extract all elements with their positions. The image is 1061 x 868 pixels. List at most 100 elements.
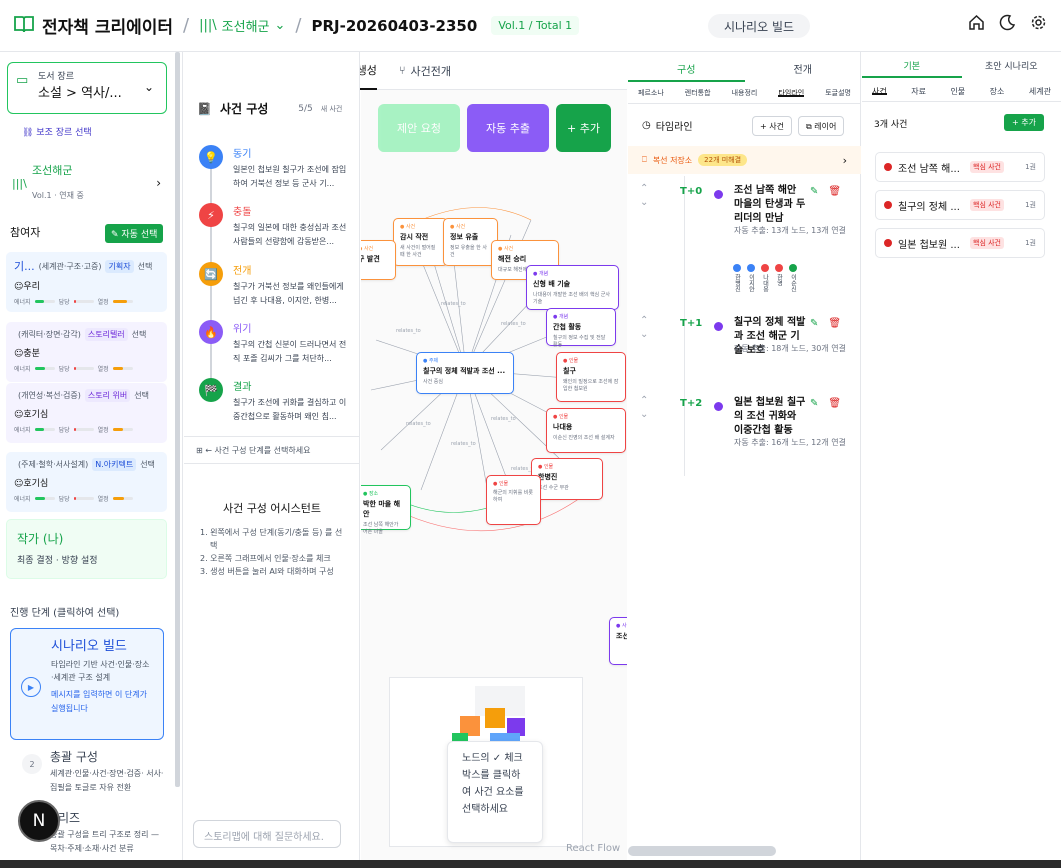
node-sub: 칠구의 정보 수집 및 전달 활동 xyxy=(553,335,606,348)
add-event-button[interactable]: + 사건 xyxy=(752,116,792,136)
tab-event-flow[interactable]: ⑂ 사건전개 xyxy=(399,52,451,90)
graph-node[interactable]: ● 인물 한병진 조선 수군 무관 xyxy=(531,458,603,500)
graph-node[interactable]: ● 인물 나대용 이순신 진영의 조선 배 설계자 xyxy=(546,408,626,453)
sidebar-scrollbar[interactable] xyxy=(175,52,180,787)
participant-card[interactable]: (개연성·복선·검증) 스토리 위버 선택 ☺호기심 에너지 담당 열정 xyxy=(6,383,167,443)
new-event-button[interactable]: 새 사건 xyxy=(321,104,343,114)
event-step-desc: 칠구가 거북선 정보를 왜인들에게 넘긴 후 나대용, 이지안, 한병... xyxy=(233,282,344,305)
participant-select[interactable]: 선택 xyxy=(138,261,153,272)
event-card[interactable]: 칠구의 정체 ... 핵심 사건 1권 xyxy=(875,190,1045,220)
character-chip[interactable]: 나대용 xyxy=(760,264,770,292)
subtab-places[interactable]: 장소 xyxy=(990,86,1005,96)
subtab-materials[interactable]: 자료 xyxy=(911,86,926,96)
n-badge[interactable]: N xyxy=(18,800,60,842)
graph-node[interactable]: ● 주제 칠구의 정체 적발과 조선 ... 사건 중심 xyxy=(416,352,514,394)
edit-icon[interactable]: ✎ xyxy=(810,186,818,197)
chevron-right-icon: › xyxy=(156,176,161,190)
graph-node[interactable]: ● 사건 감시 작전 새 사건이 벌어질 때 한 사건 xyxy=(393,218,448,266)
event-step[interactable]: 🏁 결과 칠구가 조선에 귀화를 결심하고 이중간첩으로 활동하며 왜인 침... xyxy=(199,378,351,424)
graph-node[interactable]: ● 인물 해군의 지휘를 비롯하여 xyxy=(486,475,541,525)
tab-develop[interactable]: 전개 xyxy=(745,52,862,82)
event-step-icon: 🏁 xyxy=(199,378,223,402)
subtab-persona[interactable]: 페르소나 xyxy=(638,88,664,97)
graph-node[interactable]: ● 개념 간첩 활동 칠구의 정보 수집 및 전달 활동 xyxy=(546,308,616,348)
series-selector[interactable]: |||\ 조선해군 ⌄ xyxy=(199,16,285,35)
participant-select[interactable]: 선택 xyxy=(132,329,147,340)
graph-node[interactable]: ● 사건구 발견 xyxy=(361,240,396,280)
foreshadow-store[interactable]: ⎕ 복선 저장소 22개 미해결 › xyxy=(628,146,861,174)
participant-desc: (캐릭터·장면·감각) xyxy=(18,330,81,339)
play-icon[interactable]: ▶ xyxy=(21,677,41,697)
graph-node[interactable]: ● 개념 신형 배 기술 나대용이 개발한 조선 배의 핵심 군사 기술 xyxy=(526,265,619,310)
event-card[interactable]: 조선 남쪽 해... 핵심 사건 1권 xyxy=(875,152,1045,182)
event-card[interactable]: 일본 첩보원 ... 핵심 사건 1권 xyxy=(875,228,1045,258)
subtab-integrate[interactable]: 렌터통합 xyxy=(685,88,711,97)
graph-node[interactable]: ● 사건조선 xyxy=(609,617,627,665)
node-kind: ● 사건 xyxy=(450,224,466,230)
participant-card[interactable]: (캐릭터·장면·감각) 스토리텔러 선택 ☺충분 에너지 담당 열정 xyxy=(6,322,167,382)
genre-selector[interactable]: ▭ 도서 장르 소설 > 역사/... ⌄ xyxy=(7,62,167,114)
event-step-label: 전개 xyxy=(233,266,252,277)
trash-icon[interactable]: 🗑 xyxy=(828,398,841,409)
sub-genre-button[interactable]: ⛓ 보조 장르 선택 xyxy=(22,125,92,138)
trash-icon[interactable]: 🗑 xyxy=(828,186,841,197)
character-chip[interactable]: 이순신 xyxy=(788,264,798,292)
event-step[interactable]: 💡 동기 일본인 첩보원 칠구가 조선에 잠입하여 거북선 정보 등 군사 기... xyxy=(199,145,351,191)
add-event-button[interactable]: + 추가 xyxy=(1004,114,1044,131)
reorder-arrows[interactable]: ⌃ ⌄ xyxy=(640,394,648,422)
add-node-button[interactable]: + 추가 xyxy=(556,104,611,152)
subtab-timeline[interactable]: 타임라인 xyxy=(778,88,805,97)
stage-active-desc: 타임라인 기반 사건·인물·장소 ·세계관 구조 설계 xyxy=(51,660,150,682)
chat-input[interactable]: 스토리맵에 대해 질문하세요. xyxy=(193,820,341,848)
mode-pill[interactable]: 시나리오 빌드 xyxy=(708,14,810,38)
event-step[interactable]: 🔄 전개 칠구가 거북선 정보를 왜인들에게 넘긴 후 나대용, 이지안, 한병..… xyxy=(199,262,351,308)
brand[interactable]: 전자책 크리에이터 xyxy=(14,13,173,38)
react-flow-attribution[interactable]: React Flow xyxy=(566,843,620,854)
event-step[interactable]: 🔥 위기 칠구의 간첩 신분이 드러나면서 전직 포졸 김씨가 그를 처단하... xyxy=(199,320,351,366)
stage-overall[interactable]: 2 총괄 구성 세계관·인물·사건·장면·검증· 서사·집필을 토글로 자유 전… xyxy=(18,748,168,795)
reorder-arrows[interactable]: ⌃ ⌄ xyxy=(640,314,648,342)
participant-select[interactable]: 선택 xyxy=(140,459,155,470)
trash-icon[interactable]: 🗑 xyxy=(828,318,841,329)
participant-card[interactable]: 기... (세계관·구조·고증) 기획자 선택 ☺우리 에너지 담당 열정 xyxy=(6,252,167,312)
event-step[interactable]: ⚡ 충돌 칠구의 일본에 대한 충성심과 조선 사람들의 선량함에 감동받은... xyxy=(199,203,351,249)
character-chip[interactable]: 이지안 xyxy=(746,264,756,292)
subtab-events[interactable]: 사건 xyxy=(872,86,887,96)
auto-select-button[interactable]: ✎ 자동 선택 xyxy=(105,224,164,243)
edit-icon[interactable]: ✎ xyxy=(810,398,818,409)
node-kind-label: 사건 xyxy=(455,224,466,230)
author-card[interactable]: 작가 (나) 최종 결정 · 방향 설정 xyxy=(6,519,167,579)
node-sub: 해군의 지휘를 비롯하여 xyxy=(493,490,533,503)
series-card[interactable]: |||\ 조선해군 Vol.1 · 연재 중 › xyxy=(0,152,182,212)
character-chip[interactable]: 한병진 xyxy=(732,264,742,292)
reorder-arrows[interactable]: ⌃ ⌄ xyxy=(640,182,648,210)
edit-icon[interactable]: ✎ xyxy=(810,318,818,329)
graph-node[interactable]: ● 장소 박한 마을 해안 조선 남쪽 해안가 어촌 마을 xyxy=(361,485,411,535)
auto-extract-button[interactable]: 자동 추출 xyxy=(467,104,549,152)
graph-node[interactable]: ● 인물 칠구 왜인의 밀정으로 조선에 잠입한 첩보원 xyxy=(556,352,626,402)
stat-label: 에너지 xyxy=(14,366,31,373)
subtab-summary[interactable]: 내용정리 xyxy=(732,88,758,97)
subtab-world[interactable]: 세계관 xyxy=(1029,86,1051,96)
suggest-request-button[interactable]: 제안 요청 xyxy=(378,104,460,152)
character-chip[interactable]: 한영 xyxy=(774,264,784,292)
participant-card[interactable]: (주제·철학·서사설계) N.아키텍트 선택 ☺호기심 에너지 담당 열정 xyxy=(6,452,167,512)
stage-scenario-build[interactable]: ▶ 시나리오 빌드 타임라인 기반 사건·인물·장소 ·세계관 구조 설계 메시… xyxy=(10,628,164,740)
tab-draft[interactable]: 초안 시나리오 xyxy=(962,52,1061,78)
participant-role: 기획자 xyxy=(105,259,134,273)
suggest-label: 제안 요청 xyxy=(397,122,441,135)
tab-compose[interactable]: 구성 xyxy=(628,52,745,82)
left-sidebar: ▭ 도서 장르 소설 > 역사/... ⌄ ⛓ 보조 장르 선택 |||\ 조선… xyxy=(0,52,183,868)
subtab-characters[interactable]: 인물 xyxy=(950,86,965,96)
horizontal-scrollbar[interactable] xyxy=(628,846,776,856)
event-hint: ⊞ ← 사건 구성 단계를 선택하세요 xyxy=(184,436,360,464)
gear-icon[interactable] xyxy=(1030,14,1047,36)
participant-select[interactable]: 선택 xyxy=(134,390,149,401)
home-icon[interactable] xyxy=(968,14,985,36)
event-step-desc: 칠구가 조선에 귀화를 결심하고 이중간첩으로 활동하며 왜인 침... xyxy=(233,398,347,421)
moon-icon[interactable] xyxy=(999,14,1016,36)
tab-basic[interactable]: 기본 xyxy=(862,52,962,78)
graph-node[interactable]: ● 사건 정보 유출 정보 유출을 한 사건 xyxy=(443,218,498,266)
layer-button[interactable]: ⧉ 레이어 xyxy=(798,116,845,136)
subtab-toggle[interactable]: 토글설명 xyxy=(825,88,851,97)
